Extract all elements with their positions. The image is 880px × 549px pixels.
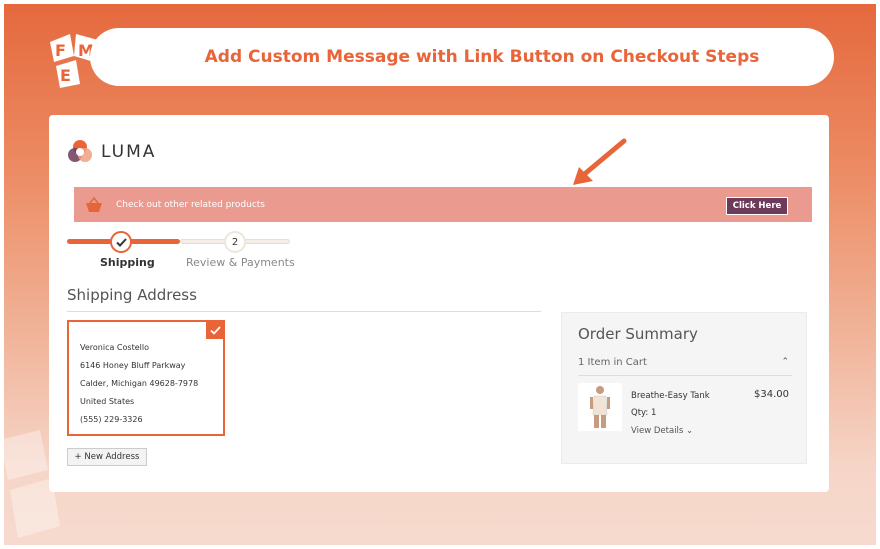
image-frame <box>0 0 880 549</box>
